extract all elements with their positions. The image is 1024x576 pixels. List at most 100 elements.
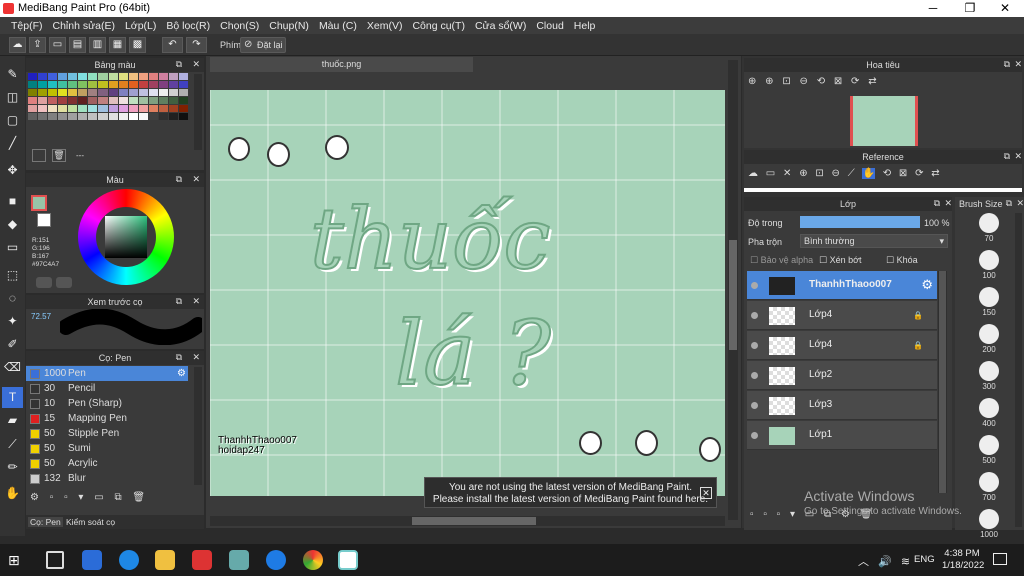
gear-icon[interactable]: ⚙ xyxy=(921,277,933,293)
palette-swatch[interactable] xyxy=(148,113,158,120)
select-eraser-icon[interactable]: ⌫ xyxy=(2,357,23,378)
menu-file[interactable]: Tệp(F) xyxy=(6,20,48,32)
reset-view-icon[interactable]: ⊠ xyxy=(834,76,842,87)
palette-swatch[interactable] xyxy=(78,105,88,112)
palette-swatch[interactable] xyxy=(98,73,108,80)
redo-icon[interactable]: ↷ xyxy=(186,37,207,53)
palette-swatch[interactable] xyxy=(178,81,188,88)
menu-help[interactable]: Help xyxy=(569,20,601,32)
close-icon[interactable]: ✕ xyxy=(192,296,200,307)
rotate-right-icon[interactable]: ⟳ xyxy=(851,76,859,87)
palette-swatch[interactable] xyxy=(98,89,108,96)
expand-icon[interactable]: ⧉ xyxy=(1004,59,1010,70)
grid-icon[interactable]: ▦ xyxy=(109,37,126,53)
palette-swatch[interactable] xyxy=(88,113,98,120)
menu-window[interactable]: Cửa sổ(W) xyxy=(470,20,531,32)
tab-brush[interactable]: Cọ: Pen xyxy=(28,517,63,527)
line-tool-icon[interactable]: ╱ xyxy=(2,133,23,154)
ref-zoom-out-icon[interactable]: ⊖ xyxy=(832,168,840,179)
palette-swatch[interactable] xyxy=(158,105,168,112)
close-button[interactable]: ✕ xyxy=(988,0,1022,17)
palette-swatch[interactable] xyxy=(108,81,118,88)
palette-swatch[interactable] xyxy=(148,89,158,96)
brush-size-option[interactable]: 1000 xyxy=(961,509,1017,539)
layer-row[interactable]: Lớp4 🔒 xyxy=(747,331,937,360)
clip-checkbox[interactable]: ☐ Xén bớt xyxy=(819,255,862,266)
brush-item[interactable]: 30 Pencil xyxy=(26,381,188,396)
ref-open-icon[interactable]: ▭ xyxy=(766,168,775,179)
palette-swatch[interactable] xyxy=(68,81,78,88)
fit-icon[interactable]: ⊡ xyxy=(782,76,790,87)
palette-swatch[interactable] xyxy=(68,89,78,96)
layer-row[interactable]: Lớp3 xyxy=(747,391,937,420)
palette-swatch[interactable] xyxy=(168,113,178,120)
palette-swatch[interactable] xyxy=(158,73,168,80)
palette-swatch[interactable] xyxy=(158,81,168,88)
menu-view[interactable]: Xem(V) xyxy=(362,20,408,32)
ref-zoom-in-icon[interactable]: ⊕ xyxy=(799,168,807,179)
palette-swatch[interactable] xyxy=(78,113,88,120)
palette-swatch[interactable] xyxy=(38,97,48,104)
palette-swatch[interactable] xyxy=(38,81,48,88)
page-icon[interactable]: ▥ xyxy=(89,37,106,53)
brush-item[interactable]: 132 Blur xyxy=(26,471,188,486)
palette-swatch[interactable] xyxy=(168,105,178,112)
eyedropper-icon[interactable]: ⟋ xyxy=(2,434,23,455)
reset-button[interactable]: ⊘ Đặt lại xyxy=(240,37,286,53)
palette-swatch[interactable] xyxy=(178,113,188,120)
brush-item[interactable]: 15 Mapping Pen xyxy=(26,411,188,426)
palette-swatch[interactable] xyxy=(48,113,58,120)
eye-icon[interactable] xyxy=(751,372,758,379)
text-tool-icon[interactable]: T xyxy=(2,387,23,408)
palette-swatch[interactable] xyxy=(88,105,98,112)
zoom-in-icon[interactable]: ⊕ xyxy=(765,76,773,87)
palette-swatch[interactable] xyxy=(178,105,188,112)
tray-chevron-icon[interactable]: ︿ xyxy=(858,556,869,568)
palette-swatch[interactable] xyxy=(128,97,138,104)
palette-swatch[interactable] xyxy=(178,89,188,96)
palette-swatch[interactable] xyxy=(128,113,138,120)
maximize-button[interactable]: ❐ xyxy=(953,0,987,17)
palette-swatch[interactable] xyxy=(48,81,58,88)
expand-icon[interactable]: ⧉ xyxy=(176,59,182,70)
menu-edit[interactable]: Chỉnh sửa(E) xyxy=(48,20,120,32)
tab-brush-control[interactable]: Kiểm soát cọ xyxy=(66,517,115,527)
hand-icon[interactable]: ✋ xyxy=(2,483,23,504)
sv-square[interactable] xyxy=(105,216,147,258)
close-icon[interactable]: ✕ xyxy=(944,198,952,209)
fill-rect-icon[interactable]: ■ xyxy=(2,191,23,212)
palette-swatch[interactable] xyxy=(108,73,118,80)
brush-item[interactable]: 50 Stipple Pen xyxy=(26,426,188,441)
drawing-canvas[interactable]: thuốc lá ? ThanhhThaoo007 hoidap247 xyxy=(210,90,725,496)
palette-swatch[interactable] xyxy=(138,105,148,112)
close-icon[interactable]: ✕ xyxy=(1014,59,1022,70)
palette-swatch[interactable] xyxy=(128,89,138,96)
brush-item[interactable]: 10 Pen (Sharp) xyxy=(26,396,188,411)
palette-swatch[interactable] xyxy=(138,97,148,104)
layer-row[interactable]: ThanhhThaoo007 ⚙ xyxy=(747,271,937,300)
palette-swatch[interactable] xyxy=(88,89,98,96)
palette-swatch[interactable] xyxy=(78,73,88,80)
palette-swatch[interactable] xyxy=(108,113,118,120)
close-icon[interactable]: ✕ xyxy=(1014,151,1022,162)
palette-swatch[interactable] xyxy=(58,105,68,112)
divide-icon[interactable]: ▰ xyxy=(2,410,23,431)
brush-size-option[interactable]: 70 xyxy=(961,213,1017,243)
protect-alpha-checkbox[interactable]: ☐ Bảo vệ alpha xyxy=(750,255,813,266)
chrome-icon[interactable] xyxy=(303,550,323,570)
chat-icon[interactable]: ▭ xyxy=(49,37,66,53)
close-icon[interactable]: ✕ xyxy=(192,174,200,185)
ref-close-icon[interactable]: ✕ xyxy=(783,168,791,179)
palette-swatch[interactable] xyxy=(178,97,188,104)
brush-menu-icon[interactable]: ▾ xyxy=(78,492,83,503)
palette-swatch[interactable] xyxy=(118,113,128,120)
brush-add-icon[interactable]: ⚙ xyxy=(30,492,39,503)
eye-icon[interactable] xyxy=(751,312,758,319)
palette-swatch[interactable] xyxy=(128,105,138,112)
palette-swatch[interactable] xyxy=(108,105,118,112)
brush-size-scrollbar[interactable] xyxy=(1015,213,1022,527)
rotate-left-icon[interactable]: ⟲ xyxy=(817,76,825,87)
palette-swatch[interactable] xyxy=(28,81,38,88)
palette-swatch[interactable] xyxy=(68,105,78,112)
medibang-icon[interactable] xyxy=(338,550,358,570)
